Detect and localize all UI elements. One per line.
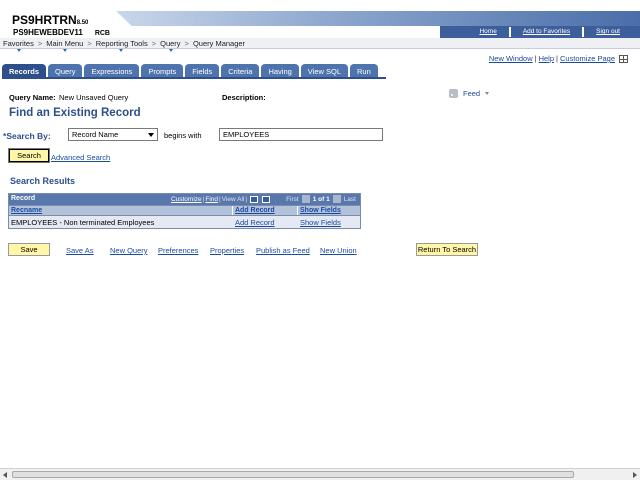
link-divider: |: [556, 54, 558, 63]
nav-divider: |: [202, 195, 205, 203]
customize-link[interactable]: Customize: [171, 196, 202, 203]
previous-row-icon[interactable]: [301, 195, 310, 203]
chevron-down-icon: [148, 133, 154, 137]
download-grid-icon[interactable]: [250, 195, 259, 203]
grid-navigation: Customize | Find | View All | First 1 of…: [171, 195, 356, 203]
breadcrumb-separator: >: [37, 38, 43, 48]
page-title: Find an Existing Record: [9, 107, 141, 119]
save-button[interactable]: Save: [8, 243, 50, 256]
tab-run[interactable]: Run: [350, 64, 378, 78]
search-value-text: EMPLOYEES: [223, 130, 270, 139]
tab-fields[interactable]: Fields: [185, 64, 220, 78]
database-name: PS9HEWEBDEV11: [13, 28, 83, 37]
app-version: 8.50: [76, 20, 89, 26]
scrollbar-thumb[interactable]: [12, 471, 574, 478]
scroll-left-icon[interactable]: [3, 472, 7, 478]
query-name-label: Query Name:: [9, 93, 56, 102]
nav-divider: |: [245, 195, 248, 203]
search-value-input[interactable]: EMPLOYEES: [219, 128, 383, 141]
breadcrumb: Favorites > Main Menu > Reporting Tools …: [0, 38, 640, 52]
column-header-add-record[interactable]: Add Record: [233, 206, 298, 215]
tab-view-sql[interactable]: View SQL: [300, 64, 349, 78]
app-title: PS9HRTRN8.50: [12, 13, 88, 27]
add-record-link[interactable]: Add Record: [235, 218, 275, 227]
new-window-link[interactable]: New Window: [489, 54, 533, 63]
feed-label: Feed: [463, 89, 481, 98]
query-tabs: Records Query Expressions Prompts Fields…: [2, 64, 380, 78]
link-divider: |: [534, 54, 537, 63]
help-link[interactable]: Help: [539, 54, 554, 63]
tab-prompts[interactable]: Prompts: [141, 64, 184, 78]
zoom-grid-icon[interactable]: [262, 195, 271, 203]
menu-query-manager[interactable]: Query Manager: [193, 39, 245, 48]
query-name-value: New Unsaved Query: [59, 93, 129, 102]
grid-column-headers: Recname Add Record Show Fields: [9, 205, 360, 216]
sign-out-link[interactable]: Sign out: [584, 27, 632, 37]
return-to-search-button[interactable]: Return To Search: [416, 243, 478, 256]
customize-page-link[interactable]: Customize Page: [560, 54, 615, 63]
menu-reporting-tools[interactable]: Reporting Tools: [96, 39, 148, 52]
recname-cell: EMPLOYEES - Non terminated Employees: [11, 217, 155, 227]
search-button[interactable]: Search: [8, 148, 50, 163]
last-link[interactable]: Last: [344, 196, 356, 203]
breadcrumb-separator: >: [87, 38, 92, 48]
portal-header: PS9HRTRN8.50 PS9HEWEBDEV11 RCB Home Add t…: [0, 0, 640, 38]
page-layout-icon[interactable]: [619, 54, 628, 63]
add-record-cell: Add Record: [233, 216, 298, 228]
tab-records[interactable]: Records: [2, 64, 47, 78]
grid-header: Record Customize | Find | View All | Fir…: [9, 194, 360, 205]
search-results-grid: Record Customize | Find | View All | Fir…: [8, 193, 361, 229]
search-by-label: *Search By:: [3, 131, 51, 141]
find-link[interactable]: Find: [205, 196, 218, 203]
tab-having[interactable]: Having: [261, 64, 299, 78]
new-union-link[interactable]: New Union: [320, 246, 357, 255]
properties-link[interactable]: Properties: [210, 246, 244, 255]
chevron-down-icon: [485, 92, 490, 95]
column-header-recname[interactable]: Recname: [9, 206, 233, 215]
next-row-icon[interactable]: [332, 195, 341, 203]
description-label: Description:: [222, 93, 266, 102]
operator-label: begins with: [164, 131, 202, 140]
advanced-search-link[interactable]: Advanced Search: [51, 153, 110, 162]
search-results-title: Search Results: [10, 176, 76, 186]
first-link[interactable]: First: [286, 196, 299, 203]
database-info: PS9HEWEBDEV11 RCB: [13, 28, 110, 37]
breadcrumb-separator: >: [151, 38, 157, 48]
tab-query[interactable]: Query: [48, 64, 83, 78]
publish-as-feed-link[interactable]: Publish as Feed: [256, 246, 310, 255]
search-by-select[interactable]: Record Name: [68, 128, 158, 141]
table-row: EMPLOYEES - Non terminated Employees Add…: [9, 216, 360, 228]
horizontal-scrollbar[interactable]: [0, 468, 640, 480]
scroll-right-icon[interactable]: [633, 472, 637, 478]
nav-divider: |: [219, 195, 221, 203]
feed-menu[interactable]: Feed: [449, 89, 490, 98]
row-count: 1 of 1: [312, 195, 330, 203]
show-fields-cell: Show Fields: [298, 216, 360, 228]
menu-query[interactable]: Query: [160, 39, 181, 52]
rss-feed-icon: [449, 89, 458, 98]
show-fields-link[interactable]: Show Fields: [300, 218, 341, 227]
header-links: Home Add to Favorites Sign out: [467, 27, 632, 37]
app-title-text: PS9HRTRN: [12, 13, 77, 27]
search-by-text: Search By:: [6, 131, 51, 141]
save-as-link[interactable]: Save As: [66, 246, 94, 255]
preferences-link[interactable]: Preferences: [158, 246, 198, 255]
page-utility-links: New Window | Help | Customize Page: [489, 54, 628, 63]
user-id: RCB: [94, 30, 110, 37]
home-link[interactable]: Home: [467, 27, 509, 37]
header-band: [116, 11, 640, 26]
column-header-show-fields[interactable]: Show Fields: [298, 206, 360, 215]
menu-favorites[interactable]: Favorites: [3, 39, 34, 52]
tab-expressions[interactable]: Expressions: [84, 64, 140, 78]
view-all-link[interactable]: View All: [222, 196, 245, 203]
breadcrumb-separator: >: [184, 38, 189, 48]
add-to-favorites-link[interactable]: Add to Favorites: [510, 27, 583, 37]
tab-underline: [2, 77, 386, 79]
grid-title: Record: [11, 195, 36, 202]
search-by-value: Record Name: [72, 130, 119, 139]
tab-criteria[interactable]: Criteria: [221, 64, 260, 78]
menu-main-menu[interactable]: Main Menu: [46, 39, 83, 52]
new-query-link[interactable]: New Query: [110, 246, 148, 255]
